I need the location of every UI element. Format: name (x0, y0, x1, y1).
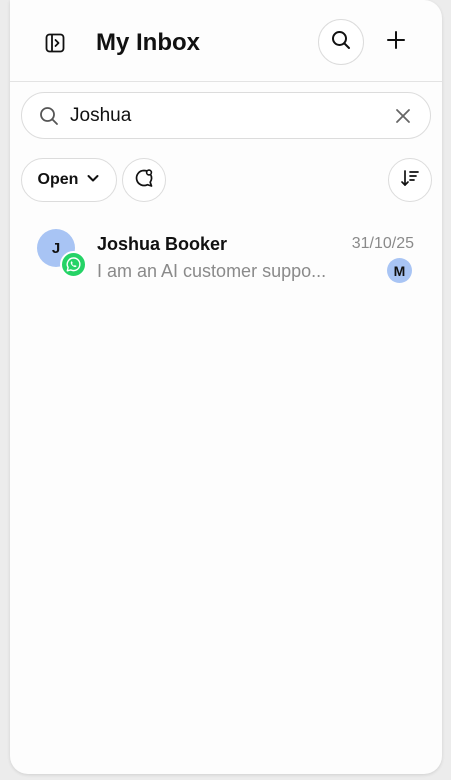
plus-icon (386, 30, 406, 55)
search-icon (38, 105, 60, 127)
search-bar (21, 92, 431, 139)
close-icon[interactable] (392, 105, 414, 127)
status-filter-label: Open (37, 171, 79, 188)
whatsapp-icon (60, 251, 87, 278)
page-title: My Inbox (96, 29, 201, 56)
contact-name: Joshua Booker (97, 234, 228, 254)
chat-bubble-icon (133, 167, 155, 194)
message-preview: I am an AI customer suppo... (97, 261, 327, 281)
status-filter-dropdown[interactable]: Open (21, 158, 117, 202)
inbox-header: My Inbox (10, 0, 442, 82)
search-input[interactable] (70, 101, 370, 131)
search-button[interactable] (318, 19, 364, 65)
sort-icon (399, 167, 421, 194)
chevron-down-icon (86, 171, 100, 190)
conversation-list-item[interactable]: J Joshua Booker 31/10/25 I am an AI cust… (10, 220, 442, 290)
sidebar-toggle-icon[interactable] (40, 28, 70, 58)
sort-button[interactable] (388, 158, 432, 202)
chat-filter-button[interactable] (122, 158, 166, 202)
add-conversation-button[interactable] (380, 24, 412, 60)
conversation-date: 31/10/25 (351, 235, 414, 252)
inbox-panel: My Inbox Joshua Open J Joshua Booker 31/… (10, 0, 442, 774)
search-icon (330, 29, 352, 56)
assignee-avatar: M (387, 258, 412, 283)
